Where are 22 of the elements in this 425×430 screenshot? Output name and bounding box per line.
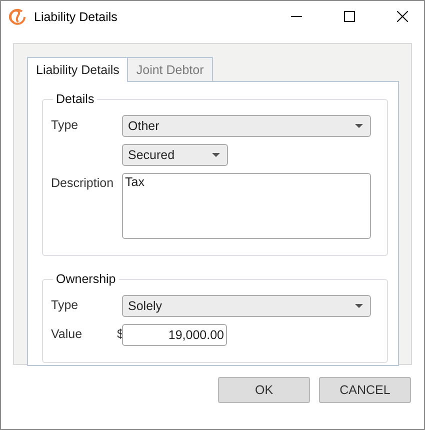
- field-label: Value: [51, 326, 84, 341]
- dropdown[interactable]: Other: [122, 115, 371, 137]
- close-icon[interactable]: [397, 11, 408, 22]
- amount-field[interactable]: 19,000.00: [122, 324, 227, 346]
- dialog-button[interactable]: OK: [218, 377, 310, 403]
- dialog-button[interactable]: CANCEL: [319, 377, 411, 403]
- maximize-icon[interactable]: [344, 11, 355, 22]
- caret-icon: [355, 124, 363, 128]
- field-label: Type: [51, 117, 80, 132]
- caret-icon: [212, 153, 220, 157]
- window-title: Liability Details: [34, 10, 118, 24]
- dropdown[interactable]: Solely: [122, 295, 371, 317]
- tab[interactable]: Joint Debtor: [128, 57, 213, 81]
- caret-icon: [355, 304, 363, 308]
- description-field[interactable]: Tax: [122, 173, 371, 239]
- group-title: Ownership: [55, 272, 117, 286]
- field-label: Type: [51, 297, 80, 312]
- tab[interactable]: Liability Details: [27, 57, 128, 82]
- dropdown[interactable]: Secured: [122, 144, 228, 166]
- field-label: Description: [51, 175, 115, 190]
- group-title: Details: [55, 92, 96, 106]
- app-logo-icon: [9, 8, 27, 26]
